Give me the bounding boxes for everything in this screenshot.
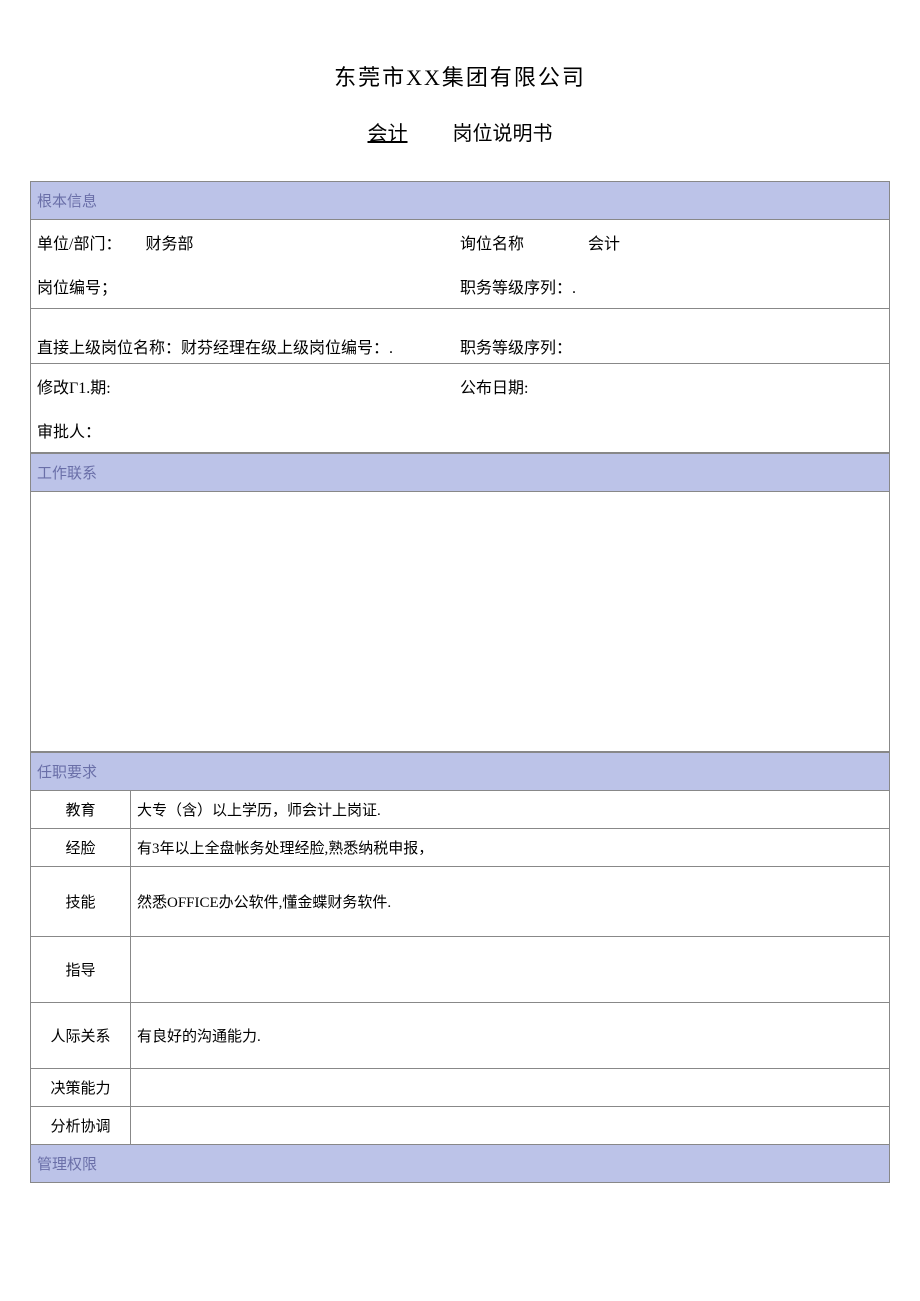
req-guidance-label: 指导 (31, 937, 131, 1003)
req-interpersonal-label: 人际关系 (31, 1003, 131, 1069)
document-type: 岗位说明书 (453, 123, 553, 145)
position-name-label: 询位名称 (460, 230, 524, 254)
position-name-underlined: 会计 (368, 123, 408, 145)
req-education-value: 大专（含）以上学历，师会计上岗证. (131, 791, 890, 829)
req-decision-label: 决策能力 (31, 1069, 131, 1107)
dept-value: 财务部 (145, 230, 193, 254)
table-row: 决策能力 (31, 1069, 890, 1107)
publish-date-label: 公布日期: (460, 374, 528, 398)
requirements-header: 任职要求 (31, 753, 890, 791)
work-contact-body (30, 492, 890, 752)
position-no-label: 岗位编号； (37, 274, 117, 298)
req-experience-value: 有3年以上全盘帐务处理经脸,熟悉纳税申报， (131, 829, 890, 867)
superior-label: 直接上级岗位名称：财芬经理在级上级岗位编号：. (37, 334, 393, 358)
table-row: 技能 然悉OFFICE办公软件,懂金蝶财务软件. (31, 867, 890, 937)
req-education-label: 教育 (31, 791, 131, 829)
modify-date-label: 修改Γ1.期: (37, 374, 111, 398)
req-interpersonal-value: 有良好的沟通能力. (131, 1003, 890, 1069)
basic-info-table: 根本信息 (30, 181, 890, 220)
dept-label: 单位/部门： (37, 230, 121, 254)
req-experience-label: 经脸 (31, 829, 131, 867)
document-subtitle: 会计 岗位说明书 (30, 117, 890, 146)
mgmt-header: 管理权限 (31, 1145, 890, 1183)
approver-label: 审批人： (37, 418, 101, 442)
rank-seq-label: 职务等级序列：. (460, 274, 576, 298)
req-guidance-value (131, 937, 890, 1003)
rank-seq-label-2: 职务等级序列： (460, 334, 572, 358)
req-analysis-value (131, 1107, 890, 1145)
basic-info-body: 单位/部门： 财务部 询位名称 会计 岗位编号； 职务等级序列：. 直接上级岗位… (30, 220, 890, 453)
table-row: 指导 (31, 937, 890, 1003)
table-row: 教育 大专（含）以上学历，师会计上岗证. (31, 791, 890, 829)
requirements-table: 任职要求 教育 大专（含）以上学历，师会计上岗证. 经脸 有3年以上全盘帐务处理… (30, 752, 890, 1183)
work-contact-table: 工作联系 (30, 453, 890, 492)
req-decision-value (131, 1069, 890, 1107)
table-row: 分析协调 (31, 1107, 890, 1145)
table-row: 人际关系 有良好的沟通能力. (31, 1003, 890, 1069)
req-skill-value: 然悉OFFICE办公软件,懂金蝶财务软件. (131, 867, 890, 937)
req-skill-label: 技能 (31, 867, 131, 937)
basic-info-header: 根本信息 (31, 182, 890, 220)
work-contact-header: 工作联系 (31, 454, 890, 492)
company-title: 东莞市XX集团有限公司 (30, 60, 890, 92)
req-analysis-label: 分析协调 (31, 1107, 131, 1145)
position-name-value: 会计 (588, 230, 620, 254)
table-row: 经脸 有3年以上全盘帐务处理经脸,熟悉纳税申报， (31, 829, 890, 867)
